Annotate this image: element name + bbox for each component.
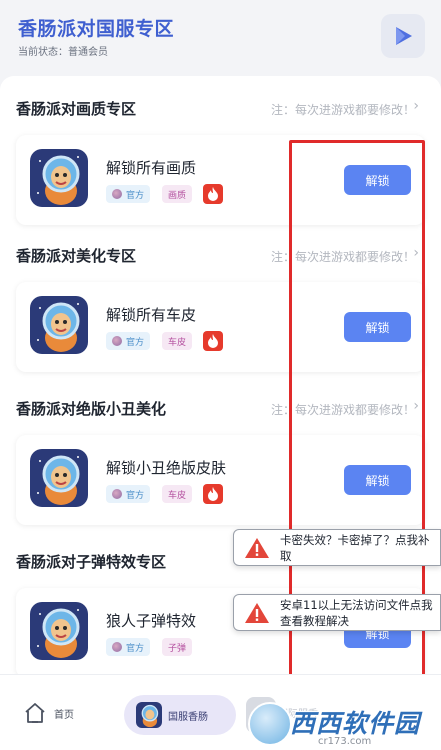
section-note[interactable]: 注：每次进游戏都要修改！	[271, 248, 415, 265]
official-tag-label: 官方	[126, 490, 145, 501]
official-tag-label: 官方	[126, 643, 145, 654]
watermark-text: 西西软件园	[290, 709, 421, 738]
game-icon	[136, 702, 162, 728]
toast-android-11[interactable]: 安卓11以上无法访问文件点我查看教程解决	[233, 594, 441, 631]
watermark-domain: cr173.com	[318, 736, 372, 747]
main-content[interactable]: 香肠派对画质专区 注：每次进游戏都要修改！ › 解锁所有画质 官方 画质 解锁 …	[0, 76, 441, 674]
category-tag: 车皮	[162, 332, 193, 350]
section-clown: 香肠派对绝版小丑美化 注：每次进游戏都要修改！ › 解锁小丑绝版皮肤 官方 车皮	[0, 398, 441, 550]
game-icon	[30, 296, 88, 354]
chevron-right-icon[interactable]: ›	[413, 246, 419, 260]
official-tag: 官方	[106, 332, 151, 350]
watermark-logo-icon	[248, 702, 292, 746]
tab-home[interactable]: 首页	[24, 703, 74, 723]
chevron-right-icon[interactable]: ›	[413, 399, 419, 413]
chevron-right-icon[interactable]: ›	[413, 99, 419, 113]
section-quality: 香肠派对画质专区 注：每次进游戏都要修改！ › 解锁所有画质 官方 画质 解锁	[0, 98, 441, 250]
official-badge-icon	[112, 489, 122, 499]
toast-card-key[interactable]: 卡密失效？卡密掉了？点我补取	[233, 529, 441, 566]
membership-status: 当前状态：普通会员	[18, 47, 108, 58]
section-title: 香肠派对绝版小丑美化	[16, 400, 167, 418]
fire-icon	[203, 184, 223, 204]
official-tag: 官方	[106, 638, 151, 656]
section-title: 香肠派对画质专区	[16, 100, 137, 118]
play-triangle-icon	[396, 27, 412, 45]
item-title: 狼人子弹特效	[106, 612, 197, 630]
tab-home-label: 首页	[54, 709, 74, 721]
section-note[interactable]: 注：每次进游戏都要修改！	[271, 401, 415, 418]
warning-triangle-icon	[245, 538, 269, 558]
item-title: 解锁小丑绝版皮肤	[106, 459, 227, 477]
game-icon	[30, 449, 88, 507]
item-title: 解锁所有车皮	[106, 306, 197, 324]
official-badge-icon	[112, 336, 122, 346]
unlock-button[interactable]: 解锁	[344, 165, 411, 195]
fire-icon	[203, 331, 223, 351]
official-badge-icon	[112, 642, 122, 652]
category-tag: 车皮	[162, 485, 193, 503]
section-title: 香肠派对美化专区	[16, 247, 137, 265]
app-header: 香肠派对国服专区 当前状态：普通会员	[0, 0, 441, 74]
watermark: 西西软件园 cr173.com	[246, 700, 441, 750]
category-tag: 子弹	[162, 638, 193, 656]
section-title: 香肠派对子弹特效专区	[16, 553, 167, 571]
tab-cn-server[interactable]: 国服香肠	[124, 695, 236, 735]
home-icon	[25, 703, 45, 723]
tab-cn-server-label: 国服香肠	[168, 711, 208, 723]
toast-message: 安卓11以上无法访问文件点我查看教程解决	[280, 598, 433, 628]
official-badge-icon	[112, 189, 122, 199]
toast-message: 卡密失效？卡密掉了？点我补取	[280, 533, 430, 563]
official-tag-label: 官方	[126, 337, 145, 348]
game-icon	[30, 149, 88, 207]
unlock-button[interactable]: 解锁	[344, 465, 411, 495]
list-item: 解锁所有画质 官方 画质 解锁	[16, 135, 425, 225]
unlock-button[interactable]: 解锁	[344, 312, 411, 342]
play-button[interactable]	[381, 14, 425, 58]
warning-triangle-icon	[245, 603, 269, 623]
official-tag: 官方	[106, 185, 151, 203]
page-title: 香肠派对国服专区	[18, 18, 175, 40]
game-icon	[30, 602, 88, 660]
section-beautify: 香肠派对美化专区 注：每次进游戏都要修改！ › 解锁所有车皮 官方 车皮 解锁	[0, 245, 441, 397]
list-item: 解锁所有车皮 官方 车皮 解锁	[16, 282, 425, 372]
section-note[interactable]: 注：每次进游戏都要修改！	[271, 101, 415, 118]
list-item: 解锁小丑绝版皮肤 官方 车皮 解锁	[16, 435, 425, 525]
official-tag-label: 官方	[126, 190, 145, 201]
official-tag: 官方	[106, 485, 151, 503]
category-tag: 画质	[162, 185, 193, 203]
fire-icon	[203, 484, 223, 504]
item-title: 解锁所有画质	[106, 159, 197, 177]
